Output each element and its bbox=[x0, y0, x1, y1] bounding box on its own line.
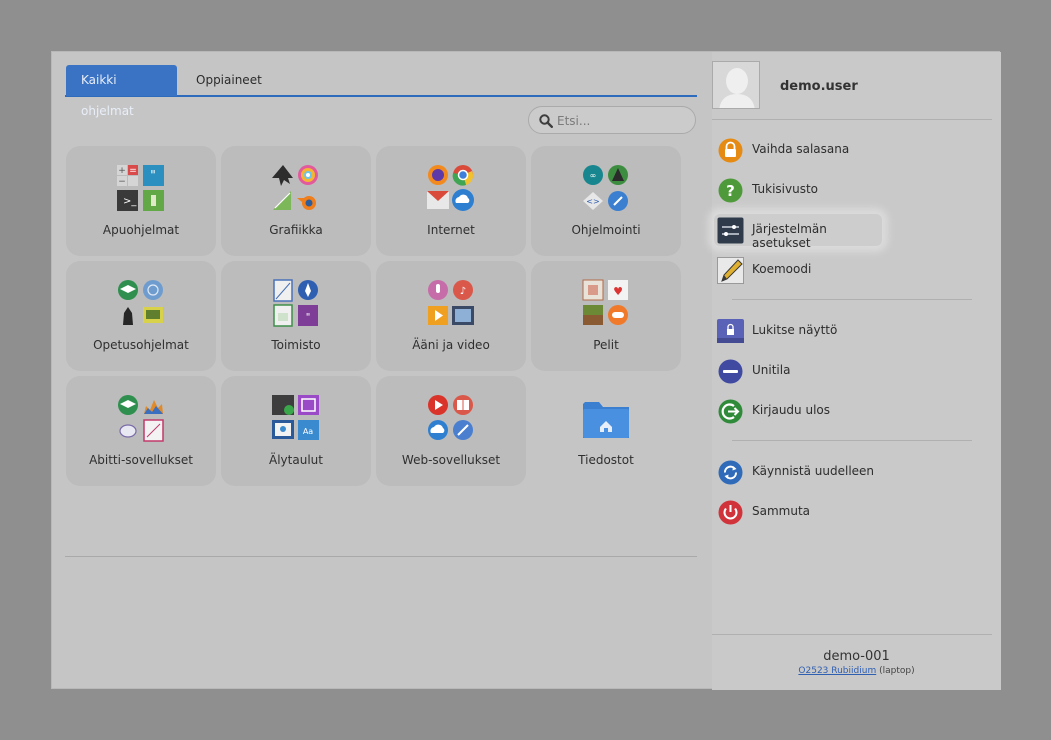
svg-text:♥: ♥ bbox=[613, 285, 623, 298]
divider bbox=[732, 440, 972, 441]
power-icon bbox=[718, 500, 743, 525]
divider bbox=[712, 634, 992, 635]
divider bbox=[65, 556, 697, 557]
menu-item-label: Lukitse näyttö bbox=[752, 323, 838, 337]
svg-text:<>: <> bbox=[586, 197, 599, 206]
restart-icon bbox=[718, 460, 743, 485]
logout-icon bbox=[718, 399, 743, 424]
category-tile-internet[interactable]: Internet bbox=[376, 146, 526, 256]
office-icon: " bbox=[273, 279, 318, 327]
user-silhouette-icon bbox=[713, 62, 759, 108]
category-tile-programming[interactable]: ∞ <> Ohjelmointi bbox=[531, 146, 681, 256]
machine-info: O2523 Rubiidium (laptop) bbox=[712, 666, 1001, 676]
menu-item-shutdown[interactable]: Sammuta bbox=[717, 496, 987, 528]
user-sidebar: demo.user Vaihda salasana ? Tukisivusto bbox=[712, 52, 1001, 690]
lock-icon bbox=[718, 138, 743, 163]
category-label: Web-sovellukset bbox=[401, 453, 501, 467]
menu-item-sleep[interactable]: Unitila bbox=[717, 355, 987, 387]
category-tile-smartboards[interactable]: Aa Älytaulut bbox=[221, 376, 371, 486]
files-folder-icon bbox=[583, 402, 629, 438]
menu-item-label: Koemoodi bbox=[752, 262, 812, 276]
category-tile-accessories[interactable]: + = − " >_ Apuohjelmat bbox=[66, 146, 216, 256]
menu-item-label: Unitila bbox=[752, 363, 791, 377]
menu-item-change-password[interactable]: Vaihda salasana bbox=[717, 134, 987, 166]
hostname: demo-001 bbox=[823, 649, 890, 664]
category-tile-files[interactable]: Tiedostot bbox=[531, 376, 681, 486]
category-label: Opetusohjelmat bbox=[93, 338, 189, 352]
menu-item-logout[interactable]: Kirjaudu ulos bbox=[717, 395, 987, 427]
category-label: Internet bbox=[427, 223, 475, 237]
svg-text:+: + bbox=[118, 166, 126, 176]
sleep-icon bbox=[718, 359, 743, 384]
menu-item-label: Sammuta bbox=[752, 504, 811, 518]
divider bbox=[712, 119, 992, 120]
education-icon bbox=[118, 280, 163, 325]
svg-text:Aa: Aa bbox=[303, 427, 313, 436]
svg-text:∞: ∞ bbox=[590, 171, 597, 180]
menu-item-restart[interactable]: Käynnistä uudelleen bbox=[717, 456, 987, 488]
category-label: Grafiikka bbox=[269, 223, 323, 237]
category-tile-games[interactable]: ♥ Pelit bbox=[531, 261, 681, 371]
programming-icon: ∞ <> bbox=[583, 165, 628, 211]
category-tile-web-apps[interactable]: Web-sovellukset bbox=[376, 376, 526, 486]
web-apps-icon bbox=[428, 395, 473, 440]
games-icon: ♥ bbox=[582, 279, 628, 325]
smartboards-icon: Aa bbox=[272, 395, 319, 440]
search-input[interactable] bbox=[557, 111, 687, 130]
category-tile-graphics[interactable]: Grafiikka bbox=[221, 146, 371, 256]
start-menu-panel: Kaikki ohjelmat Oppiaineet + = − " >_ Ap… bbox=[51, 51, 1001, 690]
category-label: Pelit bbox=[593, 338, 619, 352]
menu-item-label: Tukisivusto bbox=[752, 182, 818, 196]
username: demo.user bbox=[780, 79, 858, 94]
accessories-icon: + = − " >_ bbox=[117, 165, 164, 211]
tab-bar: Kaikki ohjelmat Oppiaineet bbox=[65, 65, 697, 118]
machine-type: (laptop) bbox=[879, 666, 915, 676]
internet-icon bbox=[427, 165, 474, 211]
category-label: Tiedostot bbox=[578, 453, 634, 467]
graphics-icon bbox=[272, 165, 318, 210]
tab-subjects[interactable]: Oppiaineet bbox=[181, 65, 277, 96]
category-label: Ohjelmointi bbox=[571, 223, 641, 237]
category-label: Ääni ja video bbox=[412, 338, 490, 352]
svg-text:": " bbox=[150, 168, 156, 182]
svg-text:": " bbox=[306, 312, 311, 323]
menu-item-label: Järjestelmän asetukset bbox=[752, 222, 827, 250]
menu-item-label: Käynnistä uudelleen bbox=[752, 464, 875, 478]
avatar bbox=[712, 61, 760, 109]
category-tile-office[interactable]: " Toimisto bbox=[221, 261, 371, 371]
settings-sliders-icon bbox=[717, 217, 744, 244]
search-box[interactable] bbox=[528, 106, 696, 134]
menu-item-exam-mode[interactable]: Koemoodi bbox=[717, 254, 987, 286]
search-icon bbox=[539, 114, 553, 128]
category-tile-audio-video[interactable]: ♪ Ääni ja video bbox=[376, 261, 526, 371]
category-label: Abitti-sovellukset bbox=[89, 453, 193, 467]
svg-text:=: = bbox=[129, 166, 137, 176]
menu-item-lock-screen[interactable]: Lukitse näyttö bbox=[717, 315, 987, 347]
category-tile-abitti-apps[interactable]: Abitti-sovellukset bbox=[66, 376, 216, 486]
category-tile-education[interactable]: Opetusohjelmat bbox=[66, 261, 216, 371]
abitti-apps-icon bbox=[118, 395, 164, 442]
lock-screen-icon bbox=[717, 319, 744, 343]
machine-model-link[interactable]: O2523 Rubiidium bbox=[798, 666, 876, 676]
svg-text:−: − bbox=[118, 177, 126, 187]
audio-video-icon: ♪ bbox=[428, 280, 474, 325]
category-label: Toimisto bbox=[271, 338, 321, 352]
svg-text:?: ? bbox=[726, 182, 735, 200]
menu-item-support-site[interactable]: ? Tukisivusto bbox=[717, 174, 987, 206]
menu-item-label: Vaihda salasana bbox=[752, 142, 850, 156]
help-icon: ? bbox=[718, 178, 743, 203]
divider bbox=[732, 299, 972, 300]
category-label: Apuohjelmat bbox=[102, 223, 180, 237]
svg-text:♪: ♪ bbox=[460, 286, 466, 297]
menu-item-system-settings[interactable]: Järjestelmän asetukset bbox=[714, 214, 882, 250]
menu-item-label: Kirjaudu ulos bbox=[752, 403, 830, 417]
pencil-icon bbox=[717, 257, 744, 284]
category-label: Älytaulut bbox=[269, 453, 323, 467]
svg-text:>_: >_ bbox=[123, 196, 137, 207]
tab-all-programs[interactable]: Kaikki ohjelmat bbox=[66, 65, 177, 118]
